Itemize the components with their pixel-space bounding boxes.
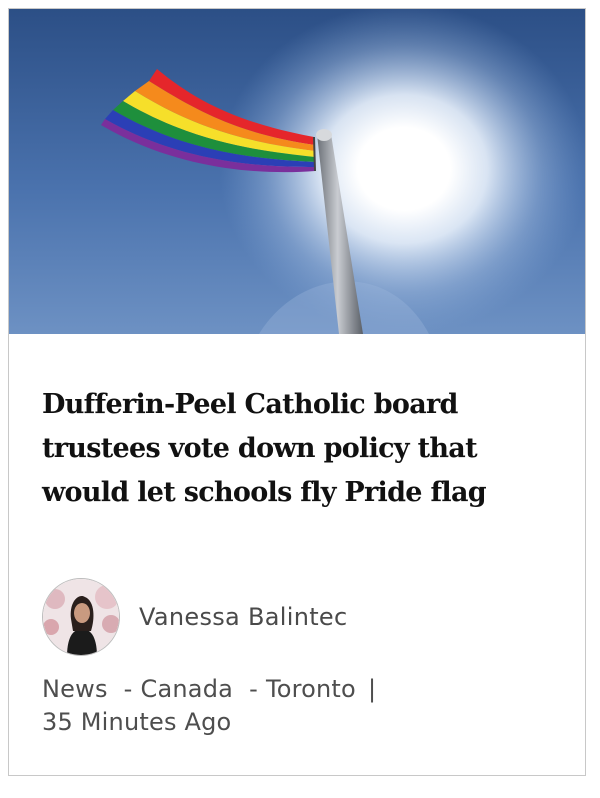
category-toronto-link[interactable]: Toronto (266, 675, 356, 703)
author-byline[interactable]: Vanessa Balintec (42, 577, 347, 657)
article-card[interactable]: Dufferin-Peel Catholic board trustees vo… (8, 8, 586, 776)
publish-timestamp: 35 Minutes Ago (42, 708, 232, 736)
author-name[interactable]: Vanessa Balintec (139, 603, 347, 631)
category-canada-link[interactable]: Canada (141, 675, 234, 703)
article-meta: News - Canada - Toronto | 35 Minutes Ago (42, 673, 376, 739)
hero-image[interactable] (9, 9, 585, 334)
author-avatar[interactable] (42, 578, 120, 656)
category-separator: - (249, 675, 258, 703)
category-news-link[interactable]: News (42, 675, 108, 703)
meta-divider: | (367, 675, 377, 703)
category-separator: - (123, 675, 133, 703)
article-headline[interactable]: Dufferin-Peel Catholic board trustees vo… (42, 383, 552, 515)
